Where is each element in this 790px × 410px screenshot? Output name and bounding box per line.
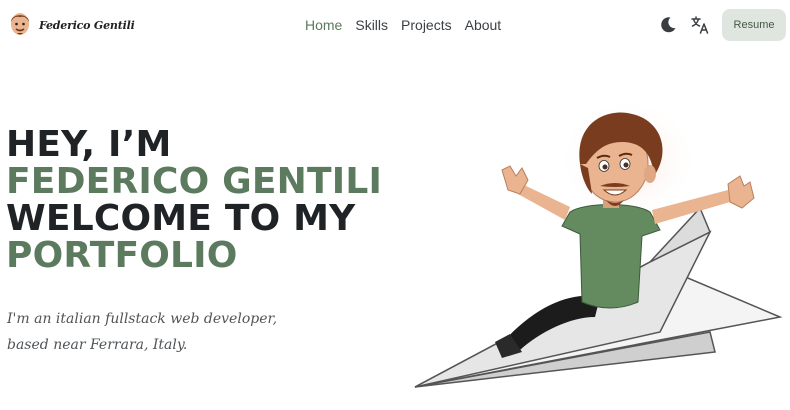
nav-link-home[interactable]: Home bbox=[305, 17, 342, 33]
nav-link-skills[interactable]: Skills bbox=[355, 17, 388, 33]
nav-links: Home Skills Projects About bbox=[305, 17, 501, 33]
brand-name: Federico Gentili bbox=[39, 18, 135, 32]
nav-link-about[interactable]: About bbox=[465, 17, 502, 33]
nav-link-projects[interactable]: Projects bbox=[401, 17, 452, 33]
avatar-on-paper-plane-illustration bbox=[414, 102, 783, 388]
hero-line-portfolio: PORTFOLIO bbox=[6, 235, 238, 276]
hero-subtitle: I'm an italian fullstack web developer, … bbox=[7, 311, 278, 353]
moon-icon[interactable] bbox=[659, 16, 677, 34]
brand-logo[interactable]: Federico Gentili bbox=[8, 10, 135, 40]
resume-button[interactable]: Resume bbox=[722, 9, 786, 41]
navbar: Federico Gentili Home Skills Projects Ab… bbox=[0, 0, 790, 50]
hero-line-name: FEDERICO GENTILI bbox=[6, 161, 383, 202]
hero-title: HEY, I’M FEDERICO GENTILI WELCOME TO MY … bbox=[6, 126, 382, 274]
avatar-icon bbox=[11, 13, 29, 35]
hero-line-greeting: HEY, I’M bbox=[6, 124, 172, 165]
hero-line-welcome: WELCOME TO MY bbox=[6, 198, 356, 239]
translate-icon[interactable] bbox=[690, 15, 710, 35]
